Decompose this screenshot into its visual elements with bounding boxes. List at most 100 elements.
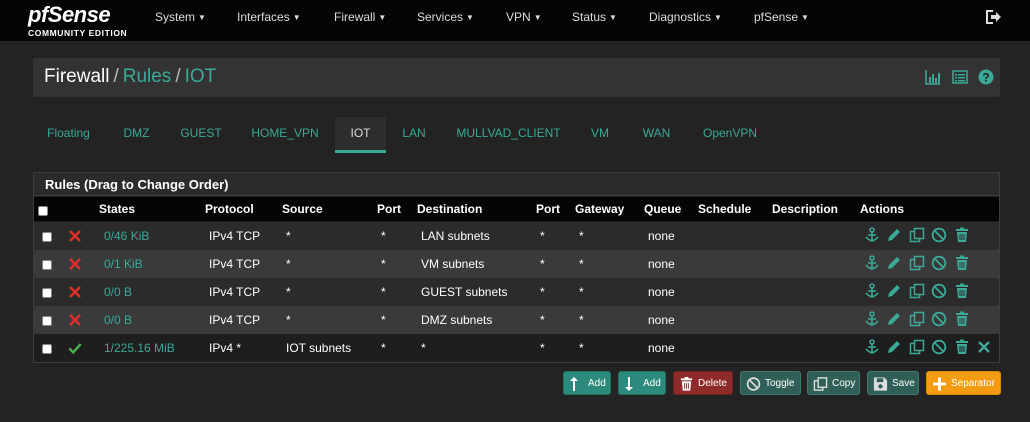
list-icon[interactable]: [951, 69, 968, 85]
disable-icon[interactable]: [931, 227, 947, 243]
copy-icon[interactable]: [909, 227, 925, 243]
nav-interfaces[interactable]: Interfaces ▼: [237, 0, 301, 34]
table-row[interactable]: 1/225.16 MiB IPv4 * IOT subnets * * * * …: [34, 334, 999, 362]
nav-firewall[interactable]: Firewall ▼: [334, 0, 386, 34]
disable-icon[interactable]: [931, 311, 947, 327]
add-top-button[interactable]: Add: [563, 371, 611, 395]
table-row[interactable]: 0/1 KiB IPv4 TCP * * VM subnets * * none: [34, 250, 999, 278]
tab-mullvad-client[interactable]: MULLVAD_CLIENT: [449, 117, 568, 153]
pencil-icon[interactable]: [886, 255, 902, 271]
table-row[interactable]: 0/46 KiB IPv4 TCP * * LAN subnets * * no…: [34, 222, 999, 250]
cell-dest-port: *: [540, 341, 545, 355]
copy-label: Copy: [832, 378, 856, 389]
pfsense-logo[interactable]: pfSense COMMUNITY EDITION: [28, 4, 138, 39]
logout-icon[interactable]: [984, 9, 1002, 25]
nav-status[interactable]: Status ▼: [572, 0, 617, 34]
cell-states[interactable]: 0/46 KiB: [104, 229, 149, 243]
cell-destination: VM subnets: [421, 257, 485, 271]
disable-icon[interactable]: [931, 255, 947, 271]
copy-icon[interactable]: [909, 311, 925, 327]
chart-icon[interactable]: [925, 69, 941, 85]
cell-destination: LAN subnets: [421, 229, 490, 243]
copy-icon[interactable]: [909, 255, 925, 271]
anchor-icon[interactable]: [864, 311, 880, 327]
floppy-disk-icon: [873, 377, 888, 391]
cell-gateway: *: [579, 229, 584, 243]
nav-system[interactable]: System ▼: [155, 0, 206, 34]
trash-icon[interactable]: [954, 311, 970, 327]
nav-label: Services: [417, 10, 464, 24]
nav-label: System: [155, 10, 196, 24]
chevron-down-icon: ▼: [292, 13, 301, 22]
tab-wan[interactable]: WAN: [634, 117, 679, 153]
disable-icon[interactable]: [931, 283, 947, 299]
row-checkbox[interactable]: [42, 288, 52, 298]
block-x-icon[interactable]: [68, 313, 82, 327]
tab-dmz[interactable]: DMZ: [113, 117, 160, 153]
plus-icon: [932, 377, 947, 391]
breadcrumb-iot[interactable]: IOT: [185, 66, 217, 87]
pencil-icon[interactable]: [886, 339, 902, 355]
cell-gateway: *: [579, 285, 584, 299]
pencil-icon[interactable]: [886, 311, 902, 327]
col-dest-port: Port: [536, 202, 560, 216]
chevron-down-icon: ▼: [609, 13, 617, 22]
copy-button[interactable]: Copy: [807, 371, 860, 395]
select-all-checkbox[interactable]: [38, 206, 48, 216]
table-row[interactable]: 0/0 B IPv4 TCP * * GUEST subnets * * non…: [34, 278, 999, 306]
breadcrumb-rules[interactable]: Rules: [123, 66, 172, 87]
anchor-icon[interactable]: [864, 255, 880, 271]
block-x-icon[interactable]: [68, 285, 82, 299]
row-checkbox[interactable]: [42, 316, 52, 326]
disable-icon[interactable]: [931, 339, 947, 355]
tab-openvpn[interactable]: OpenVPN: [694, 117, 766, 153]
nav-services[interactable]: Services ▼: [417, 0, 474, 34]
cell-states[interactable]: 1/225.16 MiB: [104, 341, 175, 355]
arrow-down-icon: [625, 377, 633, 391]
block-x-icon[interactable]: [68, 229, 82, 243]
close-icon[interactable]: [976, 339, 992, 355]
trash-icon[interactable]: [954, 339, 970, 355]
row-checkbox[interactable]: [42, 344, 52, 354]
tab-lan[interactable]: LAN: [393, 117, 435, 153]
anchor-icon[interactable]: [864, 339, 880, 355]
row-checkbox[interactable]: [42, 232, 52, 242]
nav-vpn[interactable]: VPN ▼: [506, 0, 542, 34]
trash-icon[interactable]: [954, 283, 970, 299]
pencil-icon[interactable]: [886, 227, 902, 243]
nav-pfsense[interactable]: pfSense ▼: [754, 0, 809, 34]
trash-icon[interactable]: [954, 227, 970, 243]
col-schedule: Schedule: [698, 202, 752, 216]
separator-button[interactable]: Separator: [926, 371, 1001, 395]
save-button[interactable]: Save: [867, 371, 919, 395]
cell-gateway: *: [579, 341, 584, 355]
add-bottom-button[interactable]: Add: [618, 371, 666, 395]
nav-label: VPN: [506, 10, 531, 24]
nav-label: Firewall: [334, 10, 376, 24]
anchor-icon[interactable]: [864, 227, 880, 243]
block-x-icon[interactable]: [68, 257, 82, 271]
nav-diagnostics[interactable]: Diagnostics ▼: [649, 0, 722, 34]
cell-protocol: IPv4 TCP: [209, 313, 261, 327]
copy-icon[interactable]: [909, 339, 925, 355]
anchor-icon[interactable]: [864, 283, 880, 299]
page-header: Firewall / Rules / IOT ?: [33, 58, 1000, 97]
row-checkbox[interactable]: [42, 260, 52, 270]
toggle-button[interactable]: Toggle: [740, 371, 801, 395]
pass-check-icon[interactable]: [68, 341, 82, 355]
tab-home-vpn[interactable]: HOME_VPN: [243, 117, 327, 153]
copy-icon[interactable]: [909, 283, 925, 299]
tab-iot[interactable]: IOT: [335, 117, 386, 153]
tab-floating[interactable]: Floating: [37, 117, 100, 153]
trash-icon[interactable]: [954, 255, 970, 271]
tab-guest[interactable]: GUEST: [173, 117, 229, 153]
cell-states[interactable]: 0/0 B: [104, 313, 132, 327]
pencil-icon[interactable]: [886, 283, 902, 299]
tab-vm[interactable]: VM: [582, 117, 618, 153]
help-icon[interactable]: ?: [978, 69, 994, 85]
cell-states[interactable]: 0/1 KiB: [104, 257, 143, 271]
cell-dest-port: *: [540, 313, 545, 327]
table-row[interactable]: 0/0 B IPv4 TCP * * DMZ subnets * * none: [34, 306, 999, 334]
delete-button[interactable]: Delete: [673, 371, 733, 395]
cell-states[interactable]: 0/0 B: [104, 285, 132, 299]
